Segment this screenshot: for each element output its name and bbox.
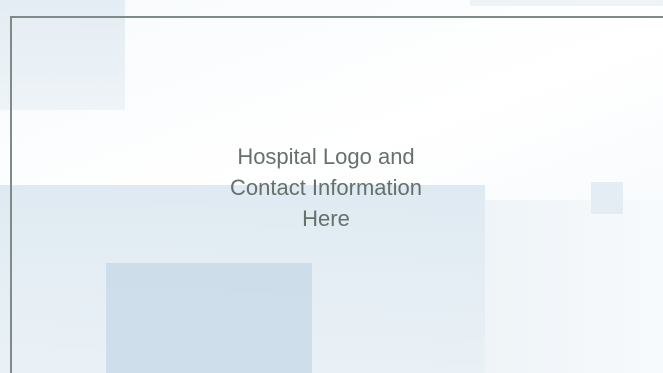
hospital-info-placeholder: Hospital Logo and Contact Information He…	[176, 141, 476, 234]
decorative-strip-top-right	[470, 0, 663, 6]
placeholder-line-1: Hospital Logo and	[237, 144, 415, 169]
placeholder-line-3: Here	[302, 206, 350, 231]
placeholder-line-2: Contact Information	[230, 175, 422, 200]
placeholder-card: Hospital Logo and Contact Information He…	[0, 0, 663, 373]
